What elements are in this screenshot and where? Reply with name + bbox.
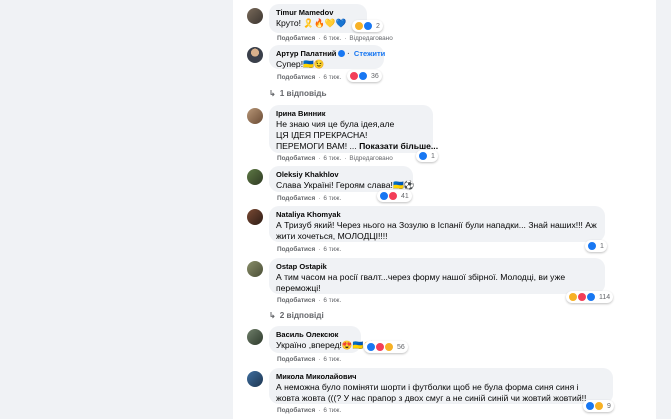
comment-text-line: жити хочеться, МОЛОДЦІ!!!!	[276, 231, 388, 241]
comment-text-line: Не знаю чия це була ідея,але	[276, 119, 395, 129]
reaction-count: 1	[600, 242, 604, 250]
comment-time[interactable]: 6 тиж.	[323, 155, 341, 162]
comment-author[interactable]: Ostap Ostapik	[276, 262, 597, 272]
avatar[interactable]	[247, 47, 263, 63]
like-button[interactable]: Подобатися	[277, 155, 315, 162]
like-button[interactable]: Подобатися	[277, 195, 315, 202]
comment-text-line: А Тризуб який! Через нього на Зозулю в І…	[276, 220, 597, 230]
reaction-summary[interactable]: 114	[566, 291, 614, 303]
like-reaction-icon	[587, 241, 597, 251]
left-page-margin	[0, 0, 233, 419]
comment-time[interactable]: 6 тиж.	[323, 195, 341, 202]
comment-text-line: переможці!	[276, 283, 321, 293]
right-page-margin	[656, 0, 671, 419]
comment-meta: Подобатися · 6 тиж.	[277, 74, 342, 81]
comment-time[interactable]: 6 тиж.	[323, 297, 341, 304]
comment-author[interactable]: Nataliya Khomyak	[276, 210, 597, 220]
like-button[interactable]: Подобатися	[277, 356, 315, 363]
love-reaction-icon	[388, 191, 398, 201]
comment-author[interactable]: Василь Олексюк	[276, 330, 353, 340]
avatar[interactable]	[247, 209, 263, 225]
comment-meta: Подобатися · 6 тиж.	[277, 246, 342, 253]
comment-text-line: А тим часом на росії гвалт...через форму…	[276, 272, 566, 282]
comment-text-line: А неможна було поміняти шорти і футболки…	[276, 382, 579, 392]
comment-meta: Подобатися · 6 тиж.	[277, 407, 342, 414]
comment-meta: Подобатися · 6 тиж.	[277, 356, 342, 363]
verified-badge-icon	[338, 50, 346, 57]
comment-time[interactable]: 6 тиж.	[323, 356, 341, 363]
like-reaction-icon	[586, 292, 596, 302]
comment-time[interactable]: 6 тиж.	[323, 246, 341, 253]
reaction-count: 56	[397, 343, 405, 351]
avatar[interactable]	[247, 108, 263, 124]
comment-bubble: Василь Олексюк Україно ,вперед!😍🇺🇦👏	[269, 326, 374, 353]
follow-button[interactable]: Стежити	[354, 49, 385, 58]
like-button[interactable]: Подобатися	[277, 246, 315, 253]
comments-feed: Timur Mamedov Круто! 🎗️🔥💛💙 2 Подобатися ·…	[233, 0, 656, 419]
comment-author[interactable]: Oleksiy Khakhlov	[276, 170, 405, 180]
comment-text-line: ПЕРЕМОГИ ВАМ! ... Показати більше...	[276, 141, 439, 151]
reaction-summary[interactable]: 36	[347, 70, 382, 82]
comment-bubble: Артур Палатний · Стежити Супер!🇺🇦😉	[269, 45, 386, 69]
comment-meta: Подобатися · 6 тиж. · Відредаговано	[277, 35, 393, 42]
comment-time[interactable]: 6 тиж.	[323, 35, 341, 42]
reply-arrow-icon: ↳	[269, 89, 276, 98]
reaction-count: 2	[376, 22, 380, 30]
comment-text-line: ЦЯ ІДЕЯ ПРЕКРАСНА!	[276, 130, 368, 140]
comment-bubble: Ірина Винник Не знаю чия це була ідея,ал…	[269, 105, 439, 153]
reaction-summary[interactable]: 2	[352, 20, 383, 32]
replies-count[interactable]: 2 відповіді	[280, 311, 324, 320]
comment-author[interactable]: Микола Миколайович	[276, 372, 605, 382]
reaction-summary[interactable]: 1	[416, 150, 438, 162]
comment-author[interactable]: Артур Палатний	[276, 49, 336, 58]
replies-count[interactable]: 1 відповідь	[280, 89, 327, 98]
reaction-summary[interactable]: 1	[585, 240, 607, 252]
avatar[interactable]	[247, 329, 263, 345]
like-button[interactable]: Подобатися	[277, 407, 315, 414]
comment-text-line: жовта жовта (((? У нас прапор з двох сму…	[276, 393, 587, 403]
reaction-count: 41	[401, 192, 409, 200]
comment-bubble: Ostap Ostapik А тим часом на росії гвалт…	[269, 258, 605, 294]
like-button[interactable]: Подобатися	[277, 35, 315, 42]
view-replies-link[interactable]: ↳ 1 відповідь	[269, 89, 327, 98]
reaction-summary[interactable]: 41	[377, 190, 412, 202]
comment-time[interactable]: 6 тиж.	[323, 74, 341, 81]
comment-text: Круто! 🎗️🔥💛💙	[276, 18, 347, 28]
avatar[interactable]	[247, 371, 263, 387]
reaction-count: 1	[431, 152, 435, 160]
view-replies-link[interactable]: ↳ 2 відповіді	[269, 311, 324, 320]
comment-meta: Подобатися · 6 тиж. · Відредаговано	[277, 155, 393, 162]
edited-label: Відредаговано	[349, 155, 393, 162]
like-reaction-icon	[358, 71, 368, 81]
comment-meta: Подобатися · 6 тиж.	[277, 195, 342, 202]
comment-text: Супер!🇺🇦😉	[276, 59, 325, 69]
haha-reaction-icon	[384, 342, 394, 352]
reaction-count: 114	[599, 293, 611, 301]
edited-label: Відредаговано	[349, 35, 393, 42]
avatar[interactable]	[247, 261, 263, 277]
comment-bubble: Микола Миколайович А неможна було поміня…	[269, 368, 613, 404]
comment-bubble: Nataliya Khomyak А Тризуб який! Через нь…	[269, 206, 605, 242]
comment-author[interactable]: Timur Mamedov	[276, 8, 359, 18]
comment-meta: Подобатися · 6 тиж.	[277, 297, 342, 304]
reply-arrow-icon: ↳	[269, 311, 276, 320]
comment-bubble: Oleksiy Khakhlov Слава Україні! Героям с…	[269, 166, 414, 192]
reaction-count: 36	[371, 72, 379, 80]
like-button[interactable]: Подобатися	[277, 74, 315, 81]
comment-text: Україно ,вперед!😍🇺🇦👏	[276, 340, 374, 350]
avatar[interactable]	[247, 169, 263, 185]
like-button[interactable]: Подобатися	[277, 297, 315, 304]
like-reaction-icon	[363, 21, 373, 31]
comment-author[interactable]: Ірина Винник	[276, 109, 425, 119]
like-reaction-icon	[418, 151, 428, 161]
comment-author-row: Артур Палатний · Стежити	[276, 49, 386, 58]
reaction-summary[interactable]: 9	[583, 400, 614, 412]
comment-time[interactable]: 6 тиж.	[323, 407, 341, 414]
avatar[interactable]	[247, 8, 263, 24]
reaction-count: 9	[607, 402, 611, 410]
reaction-summary[interactable]: 56	[364, 341, 408, 353]
haha-reaction-icon	[594, 401, 604, 411]
